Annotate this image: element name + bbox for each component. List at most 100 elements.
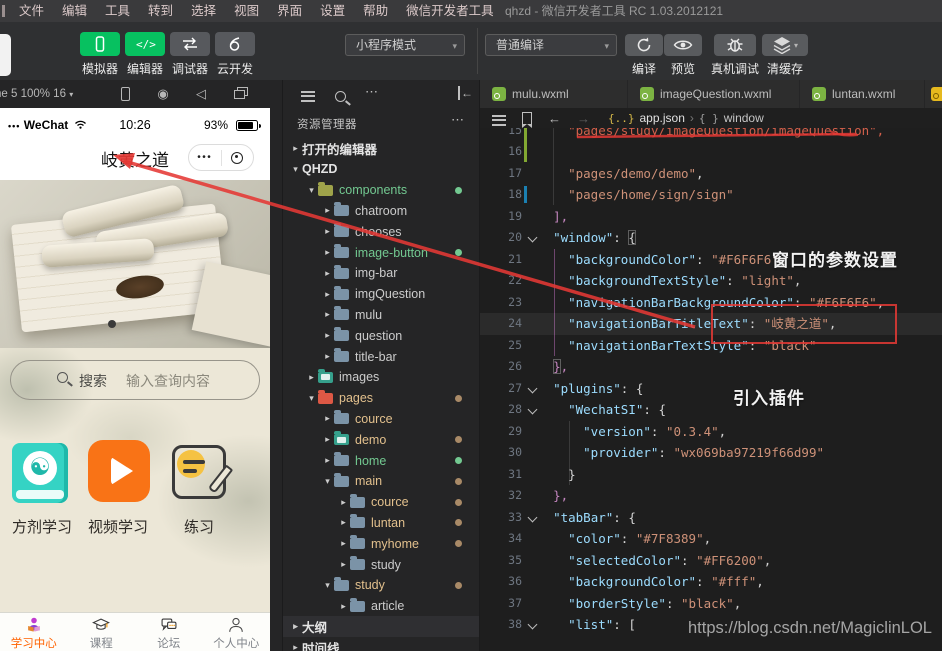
tree-item-luntan[interactable]: ▸luntan <box>283 512 479 533</box>
practice-icon[interactable] <box>172 445 226 499</box>
close-target-icon[interactable] <box>222 152 254 164</box>
chevron-closed-icon[interactable]: ▸ <box>321 309 334 320</box>
panel-section-时间线[interactable]: ▸时间线 <box>283 637 479 651</box>
fold-chevron-icon[interactable] <box>528 233 538 243</box>
chevron-closed-icon[interactable]: ▸ <box>337 517 350 528</box>
debugger-toggle-button[interactable] <box>170 32 210 56</box>
menu-item-6[interactable]: 界面 <box>268 0 311 22</box>
chevron-closed-icon[interactable]: ▸ <box>321 226 334 237</box>
multi-window-icon[interactable] <box>230 85 248 103</box>
tab-forum[interactable]: 论坛 <box>135 613 203 651</box>
chevron-closed-icon[interactable]: ▸ <box>321 351 334 362</box>
tree-item-title-bar[interactable]: ▸title-bar <box>283 346 479 367</box>
back-icon[interactable]: ← <box>548 111 561 126</box>
menu-item-5[interactable]: 视图 <box>225 0 268 22</box>
capsule-menu[interactable]: ••• <box>188 144 254 171</box>
tree-item-QHZD[interactable]: ▾QHZD <box>283 159 479 180</box>
tree-item-mulu[interactable]: ▸mulu <box>283 304 479 325</box>
tab-app-json-partial[interactable] <box>925 80 942 108</box>
chevron-closed-icon[interactable]: ▸ <box>289 642 302 651</box>
chevron-closed-icon[interactable]: ▸ <box>337 559 350 570</box>
chevron-closed-icon[interactable]: ▸ <box>321 434 334 445</box>
code-area[interactable]: 15 "pages/study/imageQuestion/imageQuest… <box>480 128 942 651</box>
tree-item-question[interactable]: ▸question <box>283 325 479 346</box>
menu-item-0[interactable]: 文件 <box>10 0 53 22</box>
clear-cache-button[interactable]: ▾ <box>762 34 808 56</box>
profile-button[interactable] <box>0 34 11 76</box>
code-editor[interactable]: mulu.wxml imageQuestion.wxml luntan.wxml… <box>480 80 942 651</box>
fold-chevron-icon[interactable] <box>528 620 538 630</box>
video-study-icon[interactable] <box>88 440 150 502</box>
menu-item-8[interactable]: 帮助 <box>354 0 397 22</box>
chevron-closed-icon[interactable]: ▸ <box>321 330 334 341</box>
tree-item-home[interactable]: ▸home <box>283 450 479 471</box>
tree-item-打开的编辑器[interactable]: ▸打开的编辑器 <box>283 138 479 159</box>
sound-icon[interactable]: ◁ <box>192 85 210 103</box>
chevron-closed-icon[interactable]: ▸ <box>337 497 350 508</box>
chevron-open-icon[interactable]: ▾ <box>289 164 302 175</box>
compile-mode-select[interactable]: 普通编译 ▾ <box>485 34 617 56</box>
outline-icon[interactable] <box>492 112 506 124</box>
compile-button[interactable] <box>625 34 663 56</box>
tab-study-center[interactable]: 学习中心 <box>0 613 68 651</box>
chevron-closed-icon[interactable]: ▸ <box>321 289 334 300</box>
record-icon[interactable]: ◉ <box>154 85 172 103</box>
menu-item-9[interactable]: 微信开发者工具 <box>397 0 503 22</box>
chevron-closed-icon[interactable]: ▸ <box>289 143 302 154</box>
preview-button[interactable] <box>664 34 702 56</box>
more-icon[interactable]: ••• <box>189 152 221 163</box>
forward-icon[interactable]: → <box>577 111 590 126</box>
tree-item-demo[interactable]: ▸demo <box>283 429 479 450</box>
fold-chevron-icon[interactable] <box>528 405 538 415</box>
fold-chevron-icon[interactable] <box>528 512 538 522</box>
tab-profile[interactable]: 个人中心 <box>203 613 271 651</box>
tree-item-img-bar[interactable]: ▸img-bar <box>283 263 479 284</box>
menu-item-2[interactable]: 工具 <box>96 0 139 22</box>
tree-item-components[interactable]: ▾components <box>283 180 479 201</box>
tree-item-image-button[interactable]: ▸image-button <box>283 242 479 263</box>
chevron-closed-icon[interactable]: ▸ <box>337 601 350 612</box>
menu-item-4[interactable]: 选择 <box>182 0 225 22</box>
explorer-more-icon[interactable]: ⋯ <box>451 112 465 128</box>
tab-mulu-wxml[interactable]: mulu.wxml <box>480 80 627 108</box>
formula-study-icon[interactable]: ☯ <box>12 443 68 503</box>
device-selector[interactable]: ne 5 100% 16 ▾ <box>0 80 113 109</box>
fold-chevron-icon[interactable] <box>528 383 538 393</box>
chevron-open-icon[interactable]: ▾ <box>305 393 318 404</box>
tab-imagequestion-wxml[interactable]: imageQuestion.wxml <box>628 80 799 108</box>
search-input[interactable]: 搜索 输入查询内容 <box>10 360 260 400</box>
tree-item-cource[interactable]: ▸cource <box>283 492 479 513</box>
chevron-closed-icon[interactable]: ▸ <box>289 621 302 632</box>
tab-luntan-wxml[interactable]: luntan.wxml <box>800 80 924 108</box>
simulator-toggle-button[interactable] <box>80 32 120 56</box>
tab-courses[interactable]: 课程 <box>68 613 136 651</box>
panel-section-大纲[interactable]: ▸大纲 <box>283 616 479 637</box>
menu-item-1[interactable]: 编辑 <box>53 0 96 22</box>
tree-item-imgQuestion[interactable]: ▸imgQuestion <box>283 284 479 305</box>
search-files-icon[interactable] <box>335 89 346 107</box>
tree-item-study[interactable]: ▸study <box>283 554 479 575</box>
rotate-device-icon[interactable] <box>116 85 134 103</box>
banner-carousel[interactable] <box>0 180 270 348</box>
mode-select[interactable]: 小程序模式 ▾ <box>345 34 465 56</box>
chevron-closed-icon[interactable]: ▸ <box>321 413 334 424</box>
tree-item-pages[interactable]: ▾pages <box>283 388 479 409</box>
chevron-open-icon[interactable]: ▾ <box>321 580 334 591</box>
bookmark-icon[interactable] <box>522 112 532 124</box>
chevron-closed-icon[interactable]: ▸ <box>321 268 334 279</box>
tree-item-cource[interactable]: ▸cource <box>283 408 479 429</box>
more-actions-icon[interactable]: ⋯ <box>365 84 379 100</box>
chevron-closed-icon[interactable]: ▸ <box>337 538 350 549</box>
tree-item-study[interactable]: ▾study <box>283 575 479 596</box>
chevron-closed-icon[interactable]: ▸ <box>305 372 318 383</box>
cloud-dev-button[interactable] <box>215 32 255 56</box>
tree-item-images[interactable]: ▸images <box>283 367 479 388</box>
remote-debug-button[interactable] <box>714 34 756 56</box>
breadcrumb-file[interactable]: app.json <box>640 111 685 125</box>
chevron-closed-icon[interactable]: ▸ <box>321 455 334 466</box>
editor-toggle-button[interactable]: </> <box>125 32 165 56</box>
tree-item-chatroom[interactable]: ▸chatroom <box>283 200 479 221</box>
chevron-closed-icon[interactable]: ▸ <box>321 205 334 216</box>
menu-item-7[interactable]: 设置 <box>311 0 354 22</box>
menu-item-3[interactable]: 转到 <box>139 0 182 22</box>
